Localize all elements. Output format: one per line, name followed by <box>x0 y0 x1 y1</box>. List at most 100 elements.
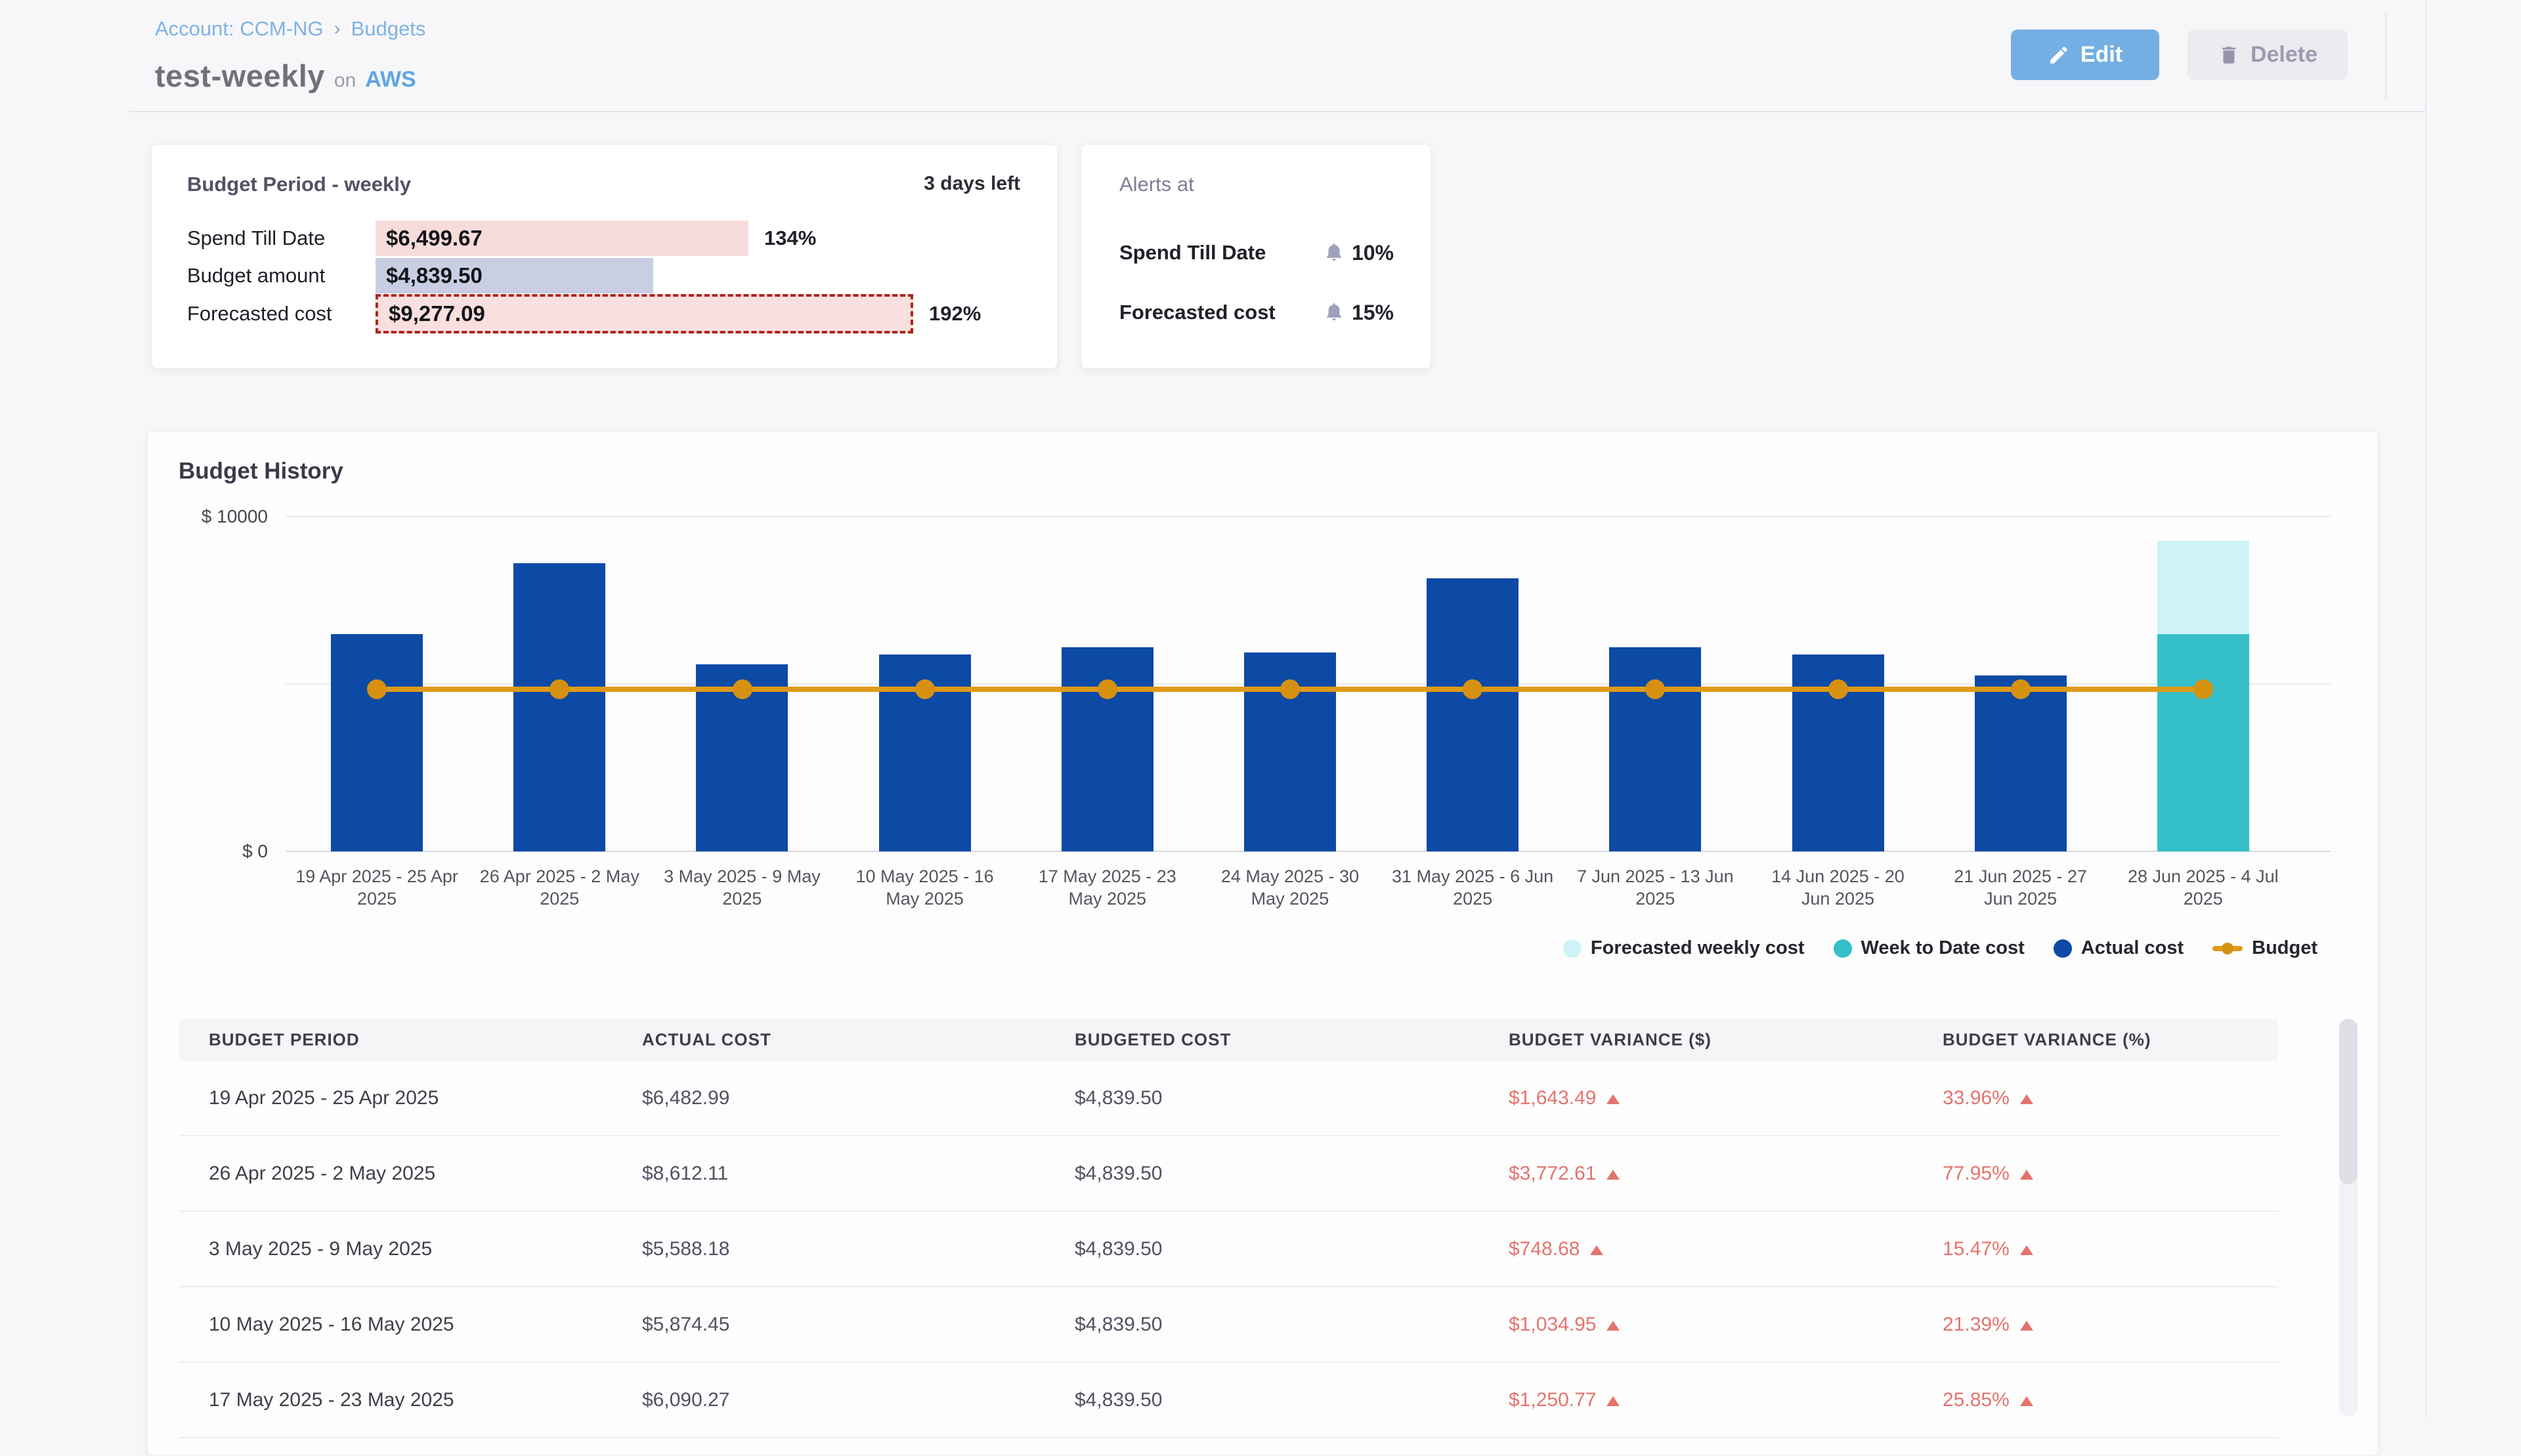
legend-item-actual[interactable]: Actual cost <box>2054 937 2184 959</box>
variance-up-arrow-icon <box>1606 1396 1620 1406</box>
budget-history-title: Budget History <box>179 458 343 484</box>
breadcrumb-account-link[interactable]: Account: CCM-NG <box>155 17 324 41</box>
table-body: 19 Apr 2025 - 25 Apr 2025 $6,482.99 $4,839… <box>179 1061 2278 1438</box>
budget-period-card: Budget Period - weekly 3 days left Spend… <box>152 145 1057 368</box>
table-cell: $748.68 <box>1509 1238 1603 1260</box>
table-header-cell: BUDGET VARIANCE ($) <box>1509 1030 1712 1050</box>
delete-button-label: Delete <box>2251 42 2317 68</box>
table-header-cell: BUDGET VARIANCE (%) <box>1943 1030 2151 1050</box>
breadcrumb-separator-icon: › <box>334 18 341 40</box>
budget-row-label: Budget amount <box>187 258 325 293</box>
table-cell: 19 Apr 2025 - 25 Apr 2025 <box>209 1087 439 1109</box>
budget-history-table: BUDGET PERIODACTUAL COSTBUDGETED COSTBUD… <box>179 1019 2278 1438</box>
x-axis-label: 3 May 2025 - 9 May 2025 <box>651 865 833 910</box>
table-cell: $6,482.99 <box>642 1087 729 1109</box>
breadcrumb-budgets-link[interactable]: Budgets <box>351 17 426 41</box>
budget-detail-page: Account: CCM-NG › Budgets test-weekly on… <box>0 0 2521 1418</box>
budget-line-swatch <box>2212 946 2243 951</box>
y-axis-label-top: $ 10000 <box>163 503 268 530</box>
chart-bar-actual[interactable] <box>513 563 605 851</box>
variance-up-arrow-icon <box>1590 1245 1603 1255</box>
legend-item-budget-line[interactable]: Budget <box>2212 937 2317 959</box>
table-row[interactable]: 19 Apr 2025 - 25 Apr 2025 $6,482.99 $4,839… <box>179 1061 2278 1136</box>
table-cell: 21.39% <box>1943 1314 2033 1336</box>
table-header-cell: BUDGET PERIOD <box>209 1030 360 1050</box>
budget-line-point <box>2011 679 2031 699</box>
header-divider <box>129 111 2425 112</box>
variance-up-arrow-icon <box>2020 1321 2033 1331</box>
table-header-row: BUDGET PERIODACTUAL COSTBUDGETED COSTBUD… <box>179 1019 2278 1061</box>
x-axis-label: 14 Jun 2025 - 20 Jun 2025 <box>1746 865 1929 910</box>
table-scrollbar-thumb[interactable] <box>2339 1019 2358 1184</box>
chart-bar-week-to-date[interactable] <box>2157 634 2249 852</box>
table-row[interactable]: 26 Apr 2025 - 2 May 2025$8,612.11$4,839.… <box>179 1136 2278 1212</box>
alerts-card: Alerts at Spend Till Date10%Forecasted c… <box>1081 145 1431 368</box>
breadcrumb: Account: CCM-NG › Budgets <box>155 17 425 41</box>
budget-line-point <box>1098 679 1117 699</box>
legend-label: Forecasted weekly cost <box>1591 937 1805 959</box>
table-cell: $1,643.49 <box>1509 1087 1620 1109</box>
actual-swatch <box>2054 939 2072 958</box>
table-row[interactable]: 17 May 2025 - 23 May 2025$6,090.27$4,839… <box>179 1363 2278 1438</box>
budget-row-percent: 192% <box>929 294 981 333</box>
table-cell: $4,839.50 <box>1075 1087 1162 1109</box>
budget-row-bar-budget: $4,839.50 <box>376 258 653 293</box>
pencil-icon <box>2048 44 2070 66</box>
table-cell: $1,250.77 <box>1509 1389 1620 1411</box>
edit-button[interactable]: Edit <box>2011 30 2159 80</box>
days-left-label: 3 days left <box>924 173 1020 195</box>
table-cell: $4,839.50 <box>1075 1314 1162 1336</box>
chart-plot <box>286 517 2331 851</box>
table-cell: $1,034.95 <box>1509 1314 1620 1336</box>
alert-row-threshold: 10% <box>1323 238 1394 267</box>
table-header-cell: BUDGETED COST <box>1075 1030 1231 1050</box>
budget-row-label: Forecasted cost <box>187 294 332 333</box>
variance-up-arrow-icon <box>1606 1094 1620 1104</box>
table-cell: 15.47% <box>1943 1238 2033 1260</box>
content-right-border <box>2425 0 2426 1418</box>
table-row[interactable]: 10 May 2025 - 16 May 2025$5,874.45$4,839… <box>179 1287 2278 1363</box>
alert-row-threshold: 15% <box>1323 298 1394 327</box>
x-axis-label: 26 Apr 2025 - 2 May 2025 <box>468 865 651 910</box>
table-cell: 10 May 2025 - 16 May 2025 <box>209 1314 454 1336</box>
edit-button-label: Edit <box>2080 42 2122 68</box>
chart-bar-actual[interactable] <box>1609 647 1701 851</box>
table-cell: 25.85% <box>1943 1389 2033 1411</box>
chart-legend: Forecasted weekly cost Week to Date cost A… <box>1563 937 2317 959</box>
trash-icon <box>2218 44 2240 66</box>
x-axis-labels: 19 Apr 2025 - 25 Apr 202526 Apr 2025 - 2… <box>286 865 2295 910</box>
legend-item-forecast[interactable]: Forecasted weekly cost <box>1563 937 1805 959</box>
budget-row-bar-forecast: $9,277.09 <box>376 294 913 333</box>
alert-threshold-value: 15% <box>1352 301 1394 325</box>
delete-button[interactable]: Delete <box>2187 30 2348 80</box>
chart-bar-actual[interactable] <box>1975 675 2067 851</box>
wtd-swatch <box>1834 939 1852 958</box>
table-cell: $4,839.50 <box>1075 1163 1162 1185</box>
budget-row-value: $6,499.67 <box>386 226 483 251</box>
table-cell: $4,839.50 <box>1075 1389 1162 1411</box>
budget-row-percent: 134% <box>764 221 816 256</box>
x-axis-label: 7 Jun 2025 - 13 Jun 2025 <box>1564 865 1746 910</box>
chart-bar-actual[interactable] <box>1062 647 1153 851</box>
table-cell: $8,612.11 <box>642 1163 728 1185</box>
chart-bar-forecast[interactable] <box>2157 541 2249 634</box>
x-axis-label: 21 Jun 2025 - 27 Jun 2025 <box>1929 865 2112 910</box>
table-cell: 33.96% <box>1943 1087 2033 1109</box>
budget-line-point <box>1280 679 1300 699</box>
x-axis-label: 24 May 2025 - 30 May 2025 <box>1199 865 1381 910</box>
x-axis-label: 28 Jun 2025 - 4 Jul 2025 <box>2112 865 2295 910</box>
budget-row-value: $9,277.09 <box>389 301 485 326</box>
provider-label: AWS <box>365 67 416 93</box>
chart-bar-actual[interactable] <box>331 634 423 851</box>
budget-line-point <box>733 679 752 699</box>
budget-line-point <box>915 679 935 699</box>
legend-label: Week to Date cost <box>1861 937 2025 959</box>
chart-bar-actual[interactable] <box>1427 578 1519 851</box>
budget-period-title: Budget Period - weekly <box>187 173 411 196</box>
table-row[interactable]: 3 May 2025 - 9 May 2025$5,588.18$4,839.5… <box>179 1212 2278 1287</box>
legend-item-wtd[interactable]: Week to Date cost <box>1834 937 2025 959</box>
table-cell: $4,839.50 <box>1075 1238 1162 1260</box>
bell-icon <box>1323 301 1345 324</box>
legend-label: Actual cost <box>2081 937 2184 959</box>
bell-icon <box>1323 242 1345 264</box>
